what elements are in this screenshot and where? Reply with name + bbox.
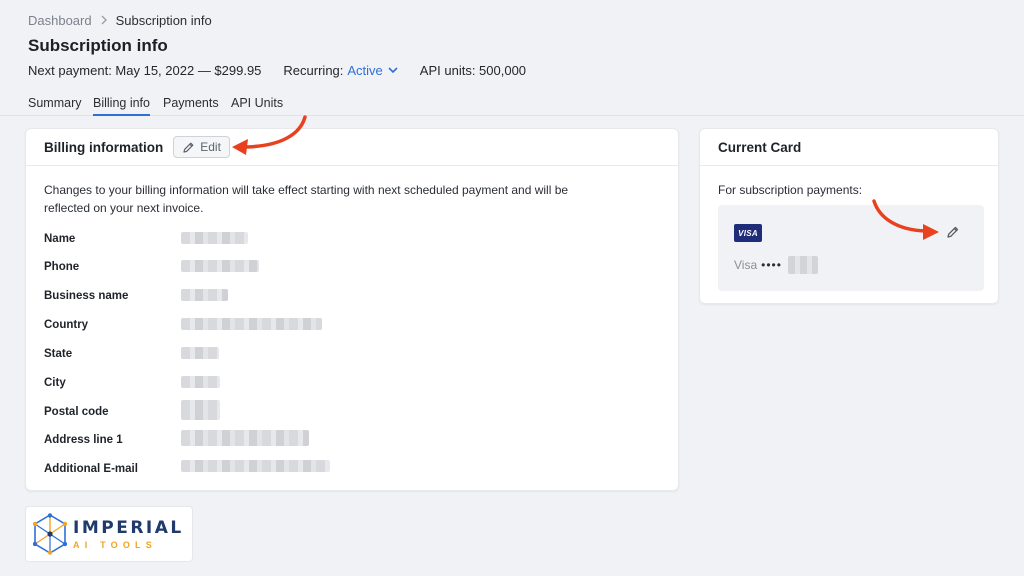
breadcrumb-dashboard-link[interactable]: Dashboard: [28, 13, 92, 28]
billing-description: Changes to your billing information will…: [44, 183, 569, 215]
field-label-name: Name: [44, 233, 76, 245]
billing-card-header: Billing information Edit: [26, 129, 678, 166]
recurring-dropdown[interactable]: Active: [347, 63, 398, 78]
visa-logo-icon: VISA: [734, 224, 762, 242]
tab-billing-info[interactable]: Billing info: [93, 96, 150, 116]
api-units-text: API units: 500,000: [419, 63, 527, 78]
current-card-title: Current Card: [718, 139, 802, 155]
card-number: Visa ••••: [734, 256, 818, 274]
pencil-icon: [183, 142, 194, 153]
chevron-right-icon: [100, 13, 108, 28]
current-card-subtitle: For subscription payments:: [718, 183, 863, 197]
pencil-icon: [947, 226, 959, 238]
edit-card-button[interactable]: [946, 225, 960, 244]
recurring-label: Recurring:: [283, 63, 344, 78]
field-value-postal-code-redacted: [181, 400, 220, 420]
logo-tagline: AI TOOLS: [73, 540, 157, 550]
current-card-panel: Current Card For subscription payments: …: [699, 128, 999, 304]
field-label-city: City: [44, 377, 66, 389]
card-masked-digits: ••••: [761, 258, 782, 272]
hexagon-network-icon: [33, 513, 67, 555]
field-value-phone-redacted: [181, 260, 259, 272]
field-value-country-redacted: [181, 318, 322, 330]
breadcrumb: Dashboard Subscription info: [28, 13, 212, 28]
field-value-state-redacted: [181, 347, 219, 359]
billing-card-title: Billing information: [44, 139, 164, 155]
subscription-meta: Next payment: May 15, 2022 — $299.95 Rec…: [28, 63, 548, 78]
saved-card-tile: VISA Visa ••••: [718, 205, 984, 291]
billing-information-card: Billing information Edit Changes to your…: [25, 128, 679, 491]
field-value-name-redacted: [181, 232, 248, 244]
field-value-city-redacted: [181, 376, 220, 388]
field-label-business-name: Business name: [44, 290, 129, 302]
page-title: Subscription info: [28, 36, 168, 55]
breadcrumb-current: Subscription info: [115, 13, 212, 28]
field-label-country: Country: [44, 319, 89, 331]
field-label-phone: Phone: [44, 261, 80, 273]
field-label-address-line-1: Address line 1: [44, 434, 123, 446]
recurring-value: Active: [347, 63, 383, 78]
field-value-address-redacted: [181, 430, 309, 446]
tab-bar: Summary Billing info Payments API Units: [0, 92, 1024, 116]
field-value-email-redacted: [181, 460, 330, 472]
imperial-ai-tools-logo: IMPERIAL AI TOOLS: [25, 506, 193, 562]
current-card-header: Current Card: [700, 129, 998, 166]
tab-payments[interactable]: Payments: [163, 96, 219, 116]
recurring-status: Recurring: Active: [283, 63, 398, 78]
field-value-business-name-redacted: [181, 289, 228, 301]
field-label-additional-email: Additional E-mail: [44, 463, 138, 475]
next-payment-text: Next payment: May 15, 2022 — $299.95: [28, 63, 262, 78]
field-label-postal-code: Postal code: [44, 406, 109, 418]
tab-api-units[interactable]: API Units: [231, 96, 283, 116]
chevron-down-icon: [388, 67, 398, 74]
field-label-state: State: [44, 348, 73, 360]
edit-billing-button[interactable]: Edit: [173, 136, 230, 158]
card-brand-name: Visa: [734, 258, 758, 272]
edit-button-label: Edit: [200, 140, 221, 154]
tab-summary[interactable]: Summary: [28, 96, 81, 116]
logo-wordmark: IMPERIAL: [73, 518, 184, 538]
card-last-digits-redacted: [787, 256, 818, 274]
